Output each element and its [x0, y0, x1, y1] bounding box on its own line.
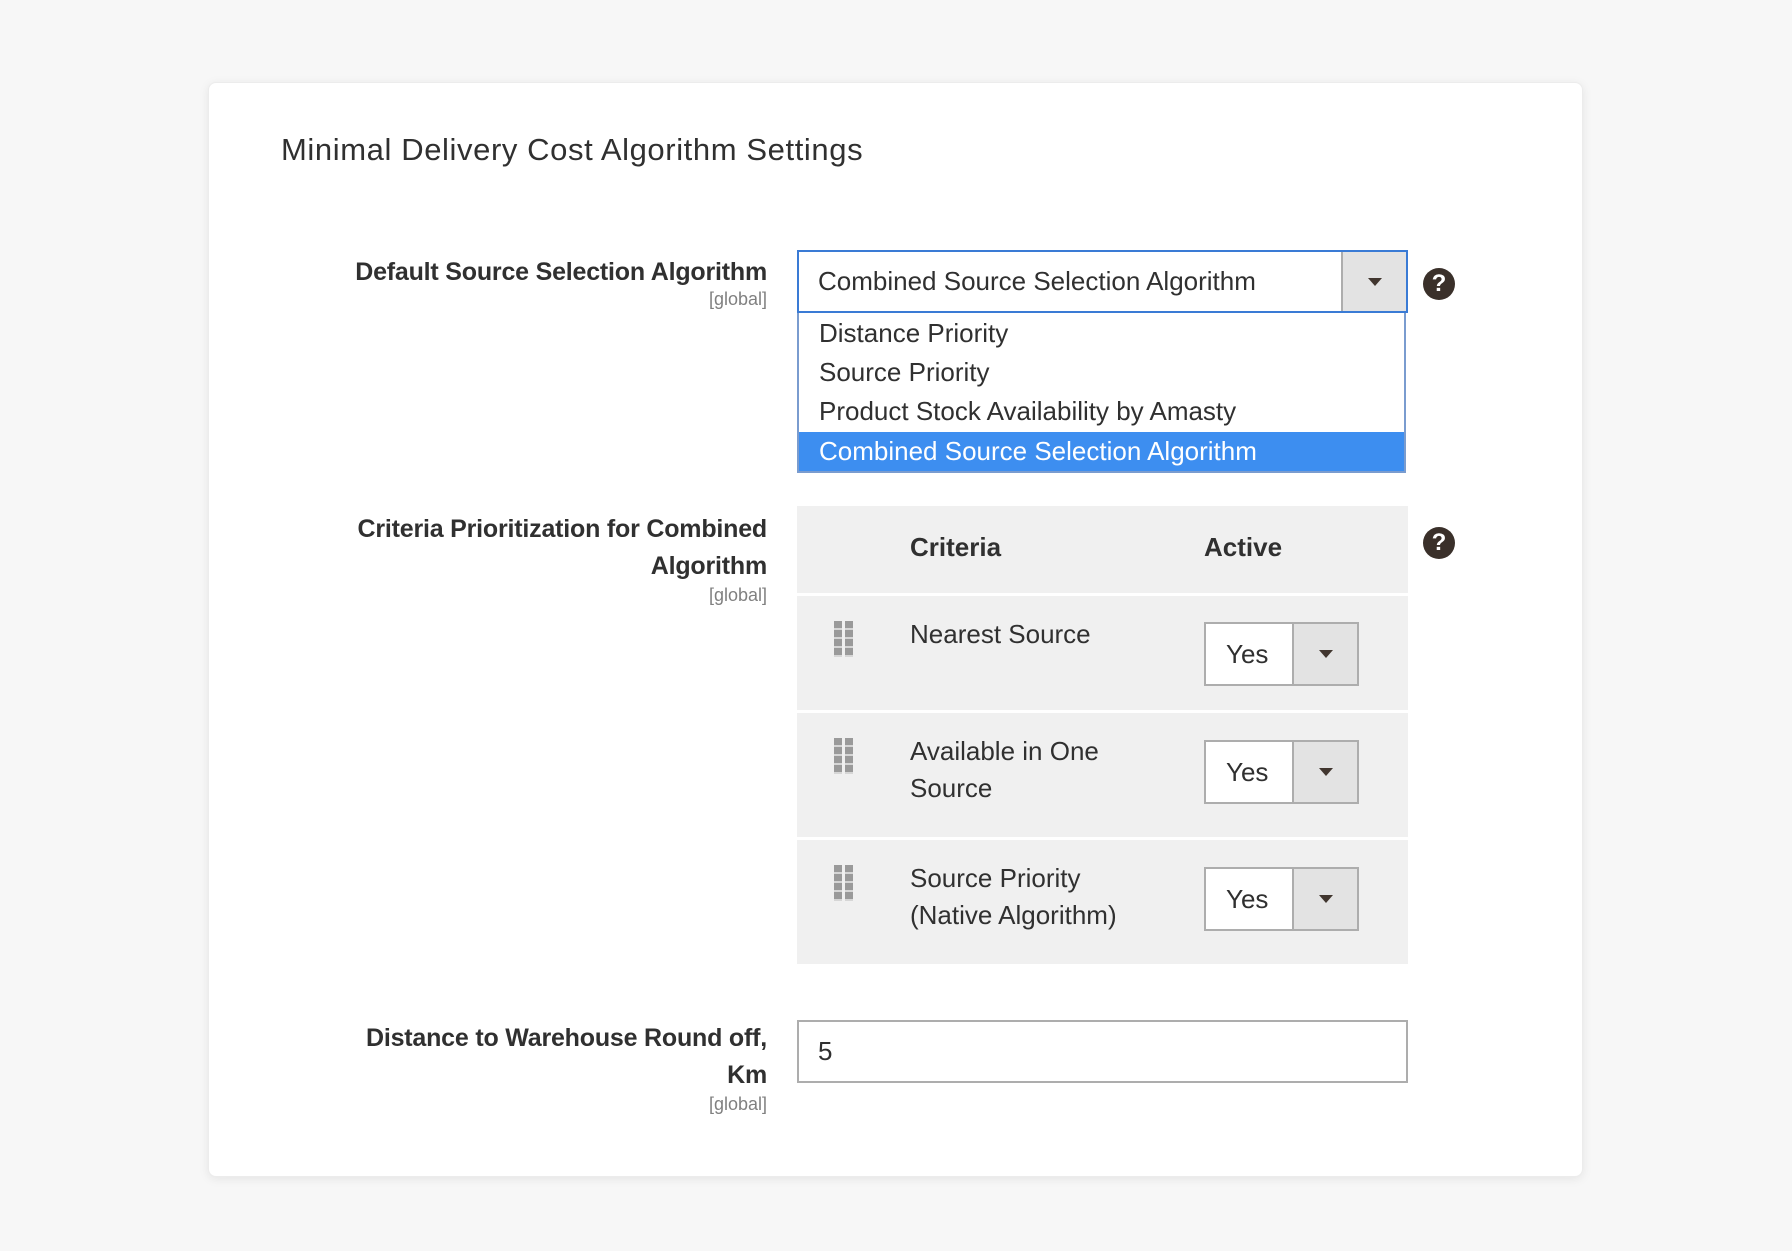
- option-combined-source-selection[interactable]: Combined Source Selection Algorithm: [799, 432, 1404, 471]
- active-value: Yes: [1226, 757, 1269, 787]
- dropdown-toggle-button[interactable]: [1292, 869, 1357, 929]
- option-source-priority[interactable]: Source Priority: [799, 353, 1404, 392]
- default-algorithm-label: Default Source Selection Algorithm: [355, 258, 767, 286]
- active-select[interactable]: Yes: [1204, 740, 1359, 804]
- column-header-criteria: Criteria: [910, 532, 1002, 562]
- table-row: Nearest Source Yes: [797, 596, 1408, 710]
- criteria-name: Source Priority (Native Algorithm): [910, 863, 1117, 930]
- distance-label-line2: Km: [727, 1061, 767, 1089]
- drag-handle-icon[interactable]: [834, 865, 853, 901]
- question-circle-icon[interactable]: ?: [1423, 527, 1455, 559]
- chevron-down-icon: [1367, 277, 1382, 286]
- drag-handle-icon[interactable]: [834, 738, 853, 774]
- criteria-table: Criteria Active Nearest Source Yes Avail…: [797, 506, 1408, 964]
- drag-handle-icon[interactable]: [834, 621, 853, 657]
- option-distance-priority[interactable]: Distance Priority: [799, 314, 1404, 353]
- distance-label-line1: Distance to Warehouse Round off,: [365, 1024, 767, 1052]
- table-row: Source Priority (Native Algorithm) Yes: [797, 840, 1408, 964]
- distance-scope: [global]: [708, 1094, 767, 1114]
- active-select[interactable]: Yes: [1204, 622, 1359, 686]
- default-algorithm-select[interactable]: Combined Source Selection Algorithm: [797, 250, 1408, 313]
- criteria-name: Nearest Source: [910, 619, 1091, 649]
- column-header-active: Active: [1204, 532, 1283, 562]
- default-algorithm-scope: [global]: [708, 289, 767, 309]
- chevron-down-icon: [1318, 650, 1333, 658]
- question-circle-icon[interactable]: ?: [1423, 268, 1455, 300]
- dropdown-toggle-button[interactable]: [1292, 742, 1357, 802]
- active-select[interactable]: Yes: [1204, 867, 1359, 931]
- active-value: Yes: [1226, 639, 1269, 669]
- criteria-label-line2: Algorithm: [650, 552, 767, 580]
- chevron-down-icon: [1318, 895, 1333, 903]
- section-title: Minimal Delivery Cost Algorithm Settings: [281, 132, 864, 167]
- criteria-label-line1: Criteria Prioritization for Combined: [357, 515, 768, 543]
- default-algorithm-value: Combined Source Selection Algorithm: [818, 266, 1256, 296]
- active-value: Yes: [1226, 884, 1269, 914]
- option-product-stock-availability[interactable]: Product Stock Availability by Amasty: [799, 392, 1404, 431]
- dropdown-toggle-button[interactable]: [1292, 624, 1357, 684]
- distance-round-input[interactable]: [797, 1020, 1408, 1083]
- dropdown-toggle-button[interactable]: [1341, 252, 1406, 311]
- criteria-name: Available in One Source: [910, 736, 1099, 803]
- chevron-down-icon: [1318, 768, 1333, 776]
- criteria-scope: [global]: [708, 585, 767, 605]
- algorithm-options-list: Distance Priority Source Priority Produc…: [797, 313, 1406, 473]
- table-row: Available in One Source Yes: [797, 713, 1408, 837]
- criteria-table-header: Criteria Active: [797, 506, 1408, 594]
